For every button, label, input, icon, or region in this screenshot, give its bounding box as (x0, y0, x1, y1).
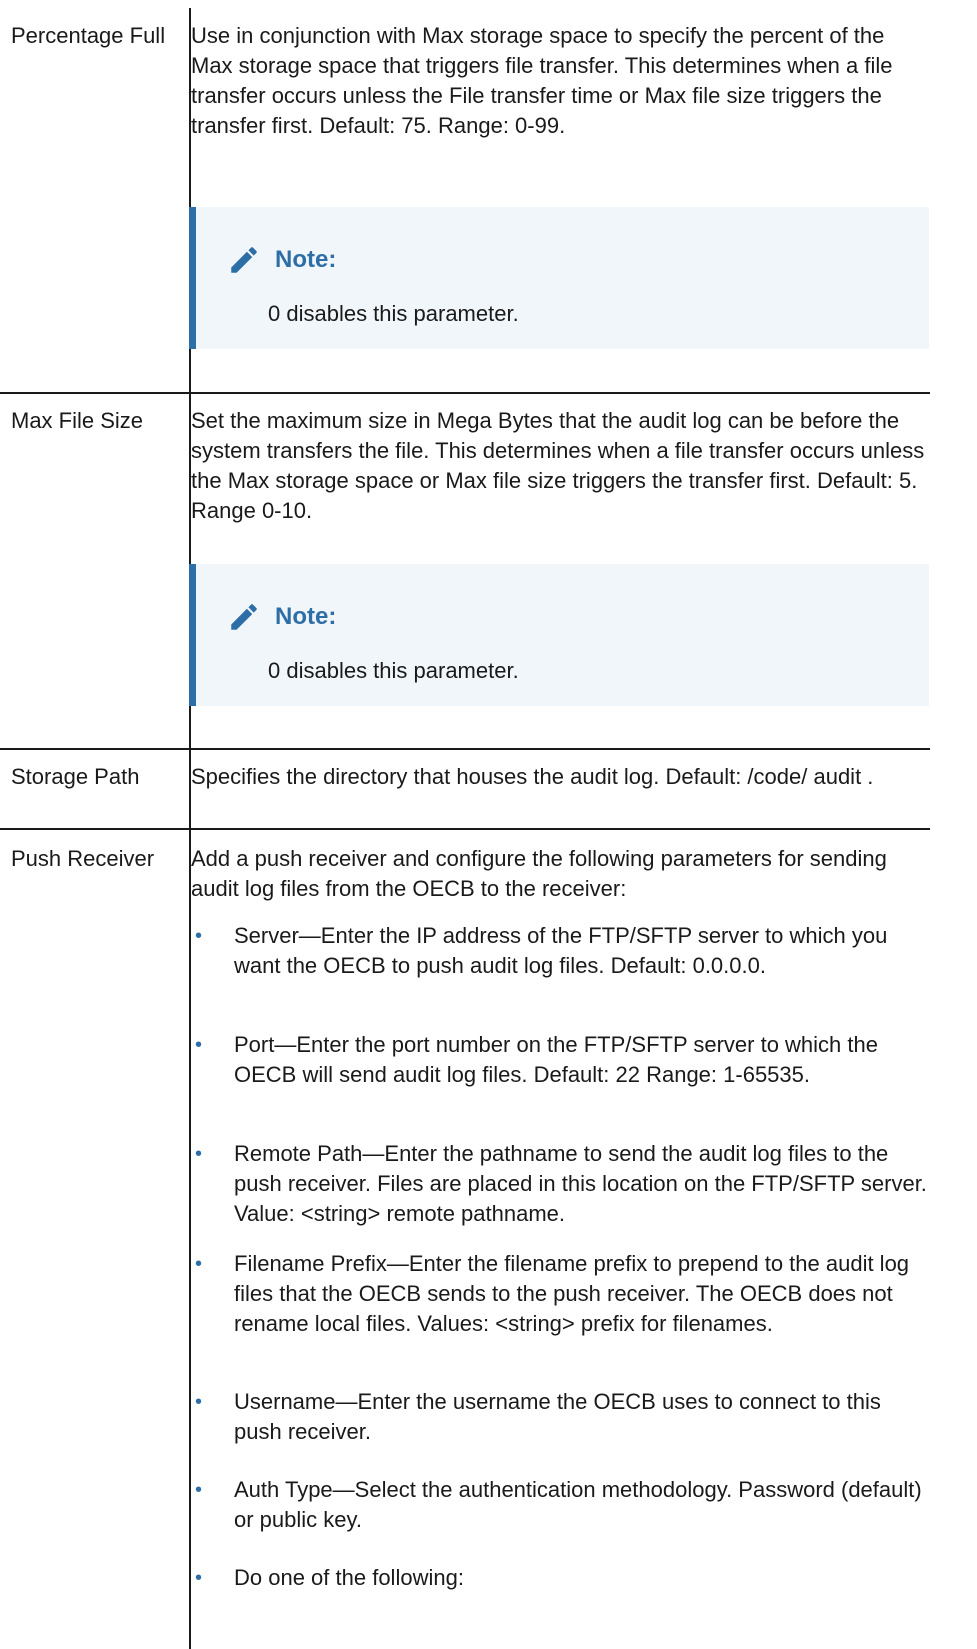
list-item-text: Port—Enter the port number on the FTP/SF… (234, 1032, 878, 1087)
note-title: Note: (275, 603, 337, 630)
note-text: 0 disables this parameter. (268, 658, 519, 683)
param-desc-max-file-size: Set the maximum size in Mega Bytes that … (191, 408, 925, 523)
note-title: Note: (275, 246, 337, 273)
pencil-icon (231, 604, 257, 630)
list-item-text: Remote Path—Enter the pathname to send t… (234, 1141, 927, 1226)
param-label-storage-path: Storage Path (11, 764, 140, 789)
note-header: Note: (227, 600, 336, 634)
note-box: Note: 0 disables this parameter. (189, 564, 929, 706)
note-header: Note: (227, 243, 336, 277)
list-item-text: Server—Enter the IP address of the FTP/S… (234, 923, 888, 978)
row-divider (0, 828, 930, 830)
param-label-percentage-full: Percentage Full (11, 23, 166, 48)
bullet-dot: • (195, 1479, 203, 1501)
bullet-dot: • (195, 1391, 203, 1413)
list-item-text: Username—Enter the username the OECB use… (234, 1389, 881, 1444)
bullet-dot: • (195, 925, 203, 947)
bullet-dot: • (195, 1567, 203, 1589)
parameter-table: Percentage Full Use in conjunction with … (0, 0, 977, 1649)
param-desc-storage-path: Specifies the directory that houses the … (191, 764, 874, 789)
pencil-icon (231, 247, 257, 273)
list-item-text: Filename Prefix—Enter the filename prefi… (234, 1251, 910, 1336)
row-divider (0, 748, 930, 750)
param-desc-push-receiver: Add a push receiver and configure the fo… (191, 846, 887, 901)
list-item-text: Do one of the following: (234, 1565, 464, 1590)
bullet-dot: • (195, 1143, 203, 1165)
bullet-dot: • (195, 1034, 203, 1056)
row-divider (0, 392, 930, 394)
list-item-text: Auth Type—Select the authentication meth… (234, 1477, 922, 1532)
note-text: 0 disables this parameter. (268, 301, 519, 326)
param-desc-percentage-full: Use in conjunction with Max storage spac… (191, 23, 893, 138)
bullet-dot: • (195, 1253, 203, 1275)
param-label-push-receiver: Push Receiver (11, 846, 155, 871)
note-box: Note: 0 disables this parameter. (189, 207, 929, 349)
param-label-max-file-size: Max File Size (11, 408, 144, 433)
